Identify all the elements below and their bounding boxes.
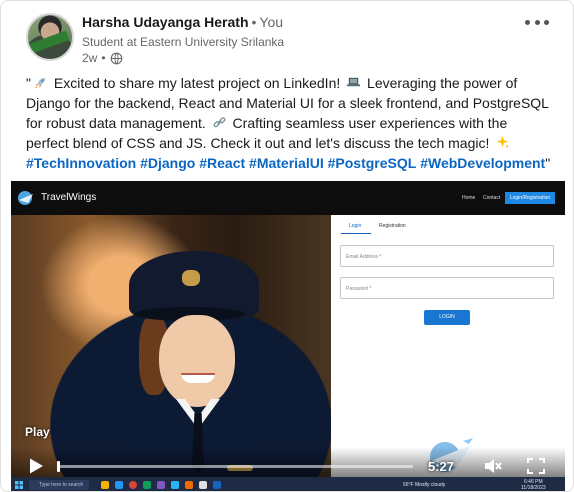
taskbar-clock: 6:46 PM 11/18/2023 [521, 479, 546, 491]
video-site-brand: TravelWings [41, 192, 97, 203]
travel-logo-icon [18, 191, 33, 205]
video-site-tab-registration: Registration [379, 223, 406, 229]
app-icon [157, 481, 165, 489]
chrome-icon [129, 481, 137, 489]
post-header: Harsha Udayanga Herath • You Student at Ea… [1, 1, 573, 71]
fullscreen-icon[interactable] [527, 458, 545, 474]
post-time-ago: 2w [82, 51, 98, 65]
author-line: Harsha Udayanga Herath • You [82, 14, 283, 30]
post-card: Harsha Udayanga Herath • You Student at Ea… [0, 0, 574, 492]
video-site-login-registration-button: Login/Registration [505, 192, 555, 204]
hashtag-link[interactable]: #TechInnovation [26, 155, 136, 171]
separator-dot: • [101, 51, 106, 65]
video-site-tab-login: Login [349, 223, 362, 229]
ellipsis-icon [525, 19, 530, 25]
post-body: " Excited to share my latest project on … [26, 75, 551, 171]
video-site-navbar: TravelWings Home Contact Login/Registrat… [11, 181, 565, 215]
separator-dot: • [251, 14, 257, 30]
vscode-icon [213, 481, 221, 489]
video-frame-pilot-photo [11, 215, 331, 481]
hashtag-link[interactable]: #PostgreSQL [328, 155, 417, 171]
video-progress-bar[interactable] [58, 465, 413, 468]
hashtag-link[interactable]: #React [199, 155, 245, 171]
mute-icon[interactable] [483, 457, 503, 475]
globe-icon [110, 52, 122, 64]
video-player[interactable]: TravelWings Home Contact Login/Registrat… [11, 181, 565, 481]
video-site-nav-contact: Contact [483, 195, 501, 201]
folder-icon [101, 481, 109, 489]
player-controls-bar [11, 447, 565, 481]
taskbar-weather: 56°F Mostly cloudy [403, 482, 446, 488]
sparkles-icon [497, 135, 510, 149]
video-site-login-panel: Login Registration Email Address * Passw… [331, 215, 565, 481]
video-frame-taskbar: Type here to search 56°F Mostly cloudy 6… [11, 477, 565, 491]
hashtag-link[interactable]: #WebDevelopment [420, 155, 545, 171]
author-avatar[interactable] [26, 13, 74, 61]
video-site-password-field: Password * [340, 277, 554, 299]
author-name[interactable]: Harsha Udayanga Herath [82, 14, 249, 30]
pilot-face [159, 315, 235, 407]
windows-start-icon [15, 481, 23, 489]
link-icon [213, 117, 226, 128]
app-icon [143, 481, 151, 489]
laptop-icon [347, 77, 361, 87]
play-icon[interactable] [27, 457, 45, 475]
taskbar-search: Type here to search [29, 480, 89, 490]
play-label[interactable]: Play [25, 425, 50, 439]
video-time-remaining: 5:27 [428, 459, 455, 474]
cap-badge [182, 270, 200, 286]
video-progress-handle[interactable] [57, 461, 60, 472]
hashtag-link[interactable]: #Django [140, 155, 195, 171]
rocket-icon [34, 77, 46, 89]
video-site-email-field: Email Address * [340, 245, 554, 267]
author-relation: You [259, 14, 284, 30]
more-options-button[interactable] [525, 15, 549, 29]
post-meta: 2w • [82, 51, 123, 65]
app-icon [171, 481, 179, 489]
app-icon [199, 481, 207, 489]
video-site-nav-home: Home [462, 195, 476, 201]
open-to-work-ribbon [28, 30, 70, 55]
video-site-login-button: LOGIN [424, 310, 470, 325]
hashtag-link[interactable]: #MaterialUI [249, 155, 324, 171]
author-headline: Student at Eastern University Srilanka [82, 35, 285, 49]
store-icon [115, 481, 123, 489]
app-icon [185, 481, 193, 489]
